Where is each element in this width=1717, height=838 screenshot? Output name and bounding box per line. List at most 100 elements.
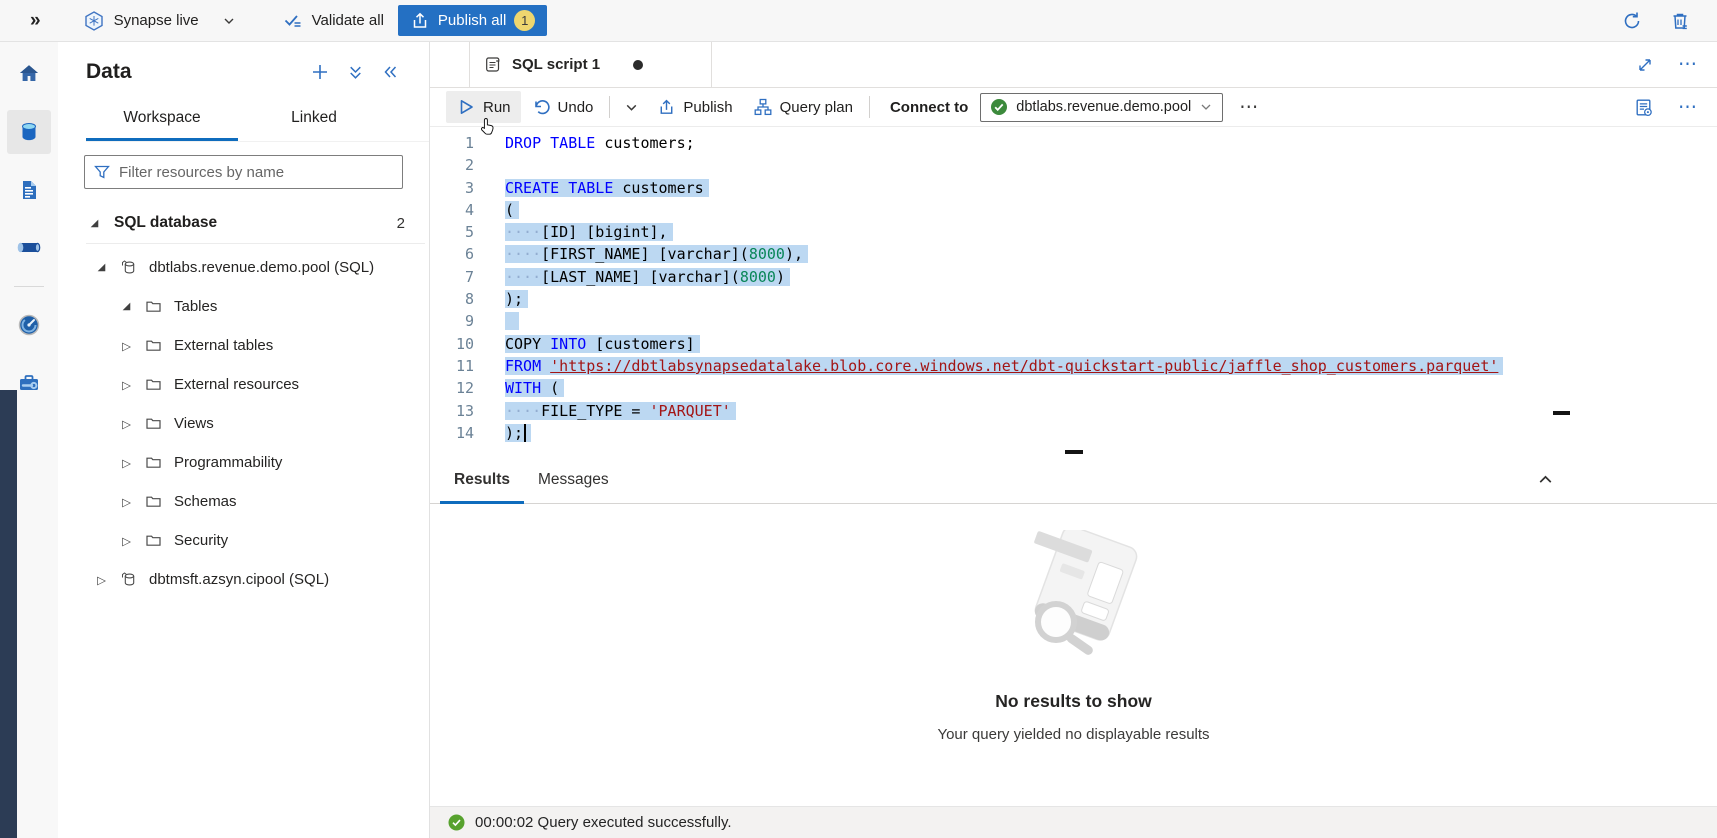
tab-more-icon[interactable]: ⋯ (1678, 55, 1697, 74)
toolbar-overflow-icon[interactable]: ⋯ (1678, 98, 1697, 117)
editor-toolbar: Run Undo Publish Query plan (430, 88, 1717, 127)
pool-selector[interactable]: dbtlabs.revenue.demo.pool (980, 93, 1223, 122)
refresh-icon[interactable] (1621, 10, 1643, 32)
code-editor[interactable]: 1DROP TABLE customers;23CREATE TABLE cus… (430, 127, 1717, 448)
code-line: 11FROM 'https://dbtlabsynapsedatalake.bl… (430, 355, 1717, 377)
code-lines: 1DROP TABLE customers;23CREATE TABLE cus… (430, 132, 1717, 444)
expand-nav-icon[interactable]: » (30, 10, 41, 32)
folder-icon (145, 298, 162, 315)
publish-button[interactable]: Publish (647, 92, 742, 123)
filter-input[interactable] (119, 164, 394, 181)
text-cursor (524, 424, 526, 442)
tree-item[interactable]: ◢dbtlabs.revenue.demo.pool (SQL) (58, 248, 429, 287)
divider (14, 286, 44, 287)
filter-funnel-icon (93, 163, 111, 181)
sql-script-icon (483, 55, 502, 74)
code-line: 10COPY INTO [customers] (430, 333, 1717, 355)
nav-develop-button[interactable] (7, 168, 51, 212)
collapse-panel-icon[interactable] (381, 63, 399, 81)
splitter-grip-icon (1065, 450, 1083, 454)
data-panel-tabs: Workspace Linked (86, 100, 429, 142)
mouse-cursor (480, 118, 495, 139)
validate-all-button[interactable]: Validate all (282, 10, 384, 32)
filter-box (84, 155, 403, 189)
tree-item[interactable]: ▷Security (58, 521, 429, 560)
collapse-icon[interactable]: ◢ (95, 262, 108, 273)
expand-icon[interactable]: ▷ (120, 378, 133, 392)
tab-workspace[interactable]: Workspace (86, 100, 238, 141)
collapse-icon[interactable]: ◢ (120, 301, 133, 312)
expand-icon[interactable]: ▷ (120, 456, 133, 470)
expand-icon[interactable]: ▷ (120, 495, 133, 509)
collapse-section-icon[interactable]: ◢ (88, 218, 101, 229)
tab-messages[interactable]: Messages (524, 471, 623, 504)
divider (869, 96, 870, 118)
publish-count-badge: 1 (514, 10, 535, 31)
code-line: 13····FILE_TYPE = 'PARQUET' (430, 400, 1717, 422)
expand-editor-icon[interactable] (1636, 56, 1654, 74)
nav-integrate-button[interactable] (7, 226, 51, 270)
tree-section-sql-database[interactable]: ◢ SQL database 2 (58, 207, 429, 239)
no-results-illustration (994, 530, 1154, 673)
connect-to-label: Connect to (890, 99, 968, 116)
add-resource-button plus-icon[interactable] (310, 62, 330, 82)
connected-check-icon (990, 98, 1008, 116)
mode-label: Synapse live (114, 12, 199, 29)
discard-all-icon[interactable] (1669, 10, 1691, 32)
validate-icon (282, 10, 304, 32)
nav-data-button[interactable] (7, 110, 51, 154)
code-line: 8); (430, 288, 1717, 310)
expand-icon[interactable]: ▷ (120, 417, 133, 431)
tab-sql-script-1[interactable]: SQL script 1 (469, 42, 712, 87)
tab-results[interactable]: Results (440, 471, 524, 504)
resource-tree: ◢dbtlabs.revenue.demo.pool (SQL)◢Tables▷… (58, 248, 429, 599)
tree-item[interactable]: ▷Schemas (58, 482, 429, 521)
integrate-icon (16, 236, 42, 260)
code-line: 12WITH ( (430, 377, 1717, 399)
run-button[interactable]: Run (446, 91, 521, 123)
run-options-chevron-icon[interactable] (616, 94, 647, 121)
status-bar: 00:00:02 Query executed successfully. (430, 806, 1717, 838)
synapse-live-selector[interactable]: Synapse live (83, 10, 236, 32)
results-empty-state: No results to show Your query yielded no… (430, 504, 1717, 806)
success-check-icon (448, 814, 465, 831)
toolbar-more-icon[interactable]: ⋯ (1239, 98, 1258, 117)
folder-icon (145, 493, 162, 510)
properties-icon[interactable] (1633, 97, 1654, 118)
tab-linked[interactable]: Linked (238, 100, 390, 141)
query-plan-button[interactable]: Query plan (743, 91, 863, 123)
folder-icon (145, 415, 162, 432)
folder-icon (145, 376, 162, 393)
code-line: 14); (430, 422, 1717, 444)
expand-icon[interactable]: ▷ (120, 534, 133, 548)
tree-item[interactable]: ▷Views (58, 404, 429, 443)
code-line: 6····[FIRST_NAME] [varchar](8000), (430, 243, 1717, 265)
results-tab-bar: Results Messages (430, 456, 1717, 504)
tree-item[interactable]: ▷Programmability (58, 443, 429, 482)
status-message: 00:00:02 Query executed successfully. (475, 814, 732, 831)
tree-item[interactable]: ▷External tables (58, 326, 429, 365)
nav-home-button[interactable] (7, 52, 51, 96)
tree-item[interactable]: ◢Tables (58, 287, 429, 326)
expand-icon[interactable]: ▷ (120, 339, 133, 353)
tree-item[interactable]: ▷External resources (58, 365, 429, 404)
home-icon (17, 62, 41, 86)
tree-item[interactable]: ▷dbtmsft.azsyn.cipool (SQL) (58, 560, 429, 599)
collapse-all-icon[interactable] (347, 64, 364, 81)
code-line: 3CREATE TABLE customers (430, 177, 1717, 199)
panel-title: Data (86, 60, 132, 84)
expand-icon[interactable]: ▷ (95, 573, 108, 587)
code-line: 7····[LAST_NAME] [varchar](8000) (430, 266, 1717, 288)
undo-button[interactable]: Undo (521, 91, 604, 123)
nav-monitor-button[interactable] (7, 303, 51, 347)
scrollbar-marker[interactable] (1553, 411, 1570, 415)
divider (609, 96, 610, 118)
publish-all-button[interactable]: Publish all 1 (398, 5, 547, 36)
results-splitter[interactable] (430, 448, 1717, 456)
chevron-down-icon (222, 14, 236, 28)
synapse-hexagon-icon (83, 10, 105, 32)
collapse-results-icon[interactable] (1536, 470, 1555, 489)
manage-icon (17, 371, 41, 395)
empty-state-subtitle: Your query yielded no displayable result… (937, 726, 1209, 743)
section-count-badge: 2 (397, 215, 405, 232)
